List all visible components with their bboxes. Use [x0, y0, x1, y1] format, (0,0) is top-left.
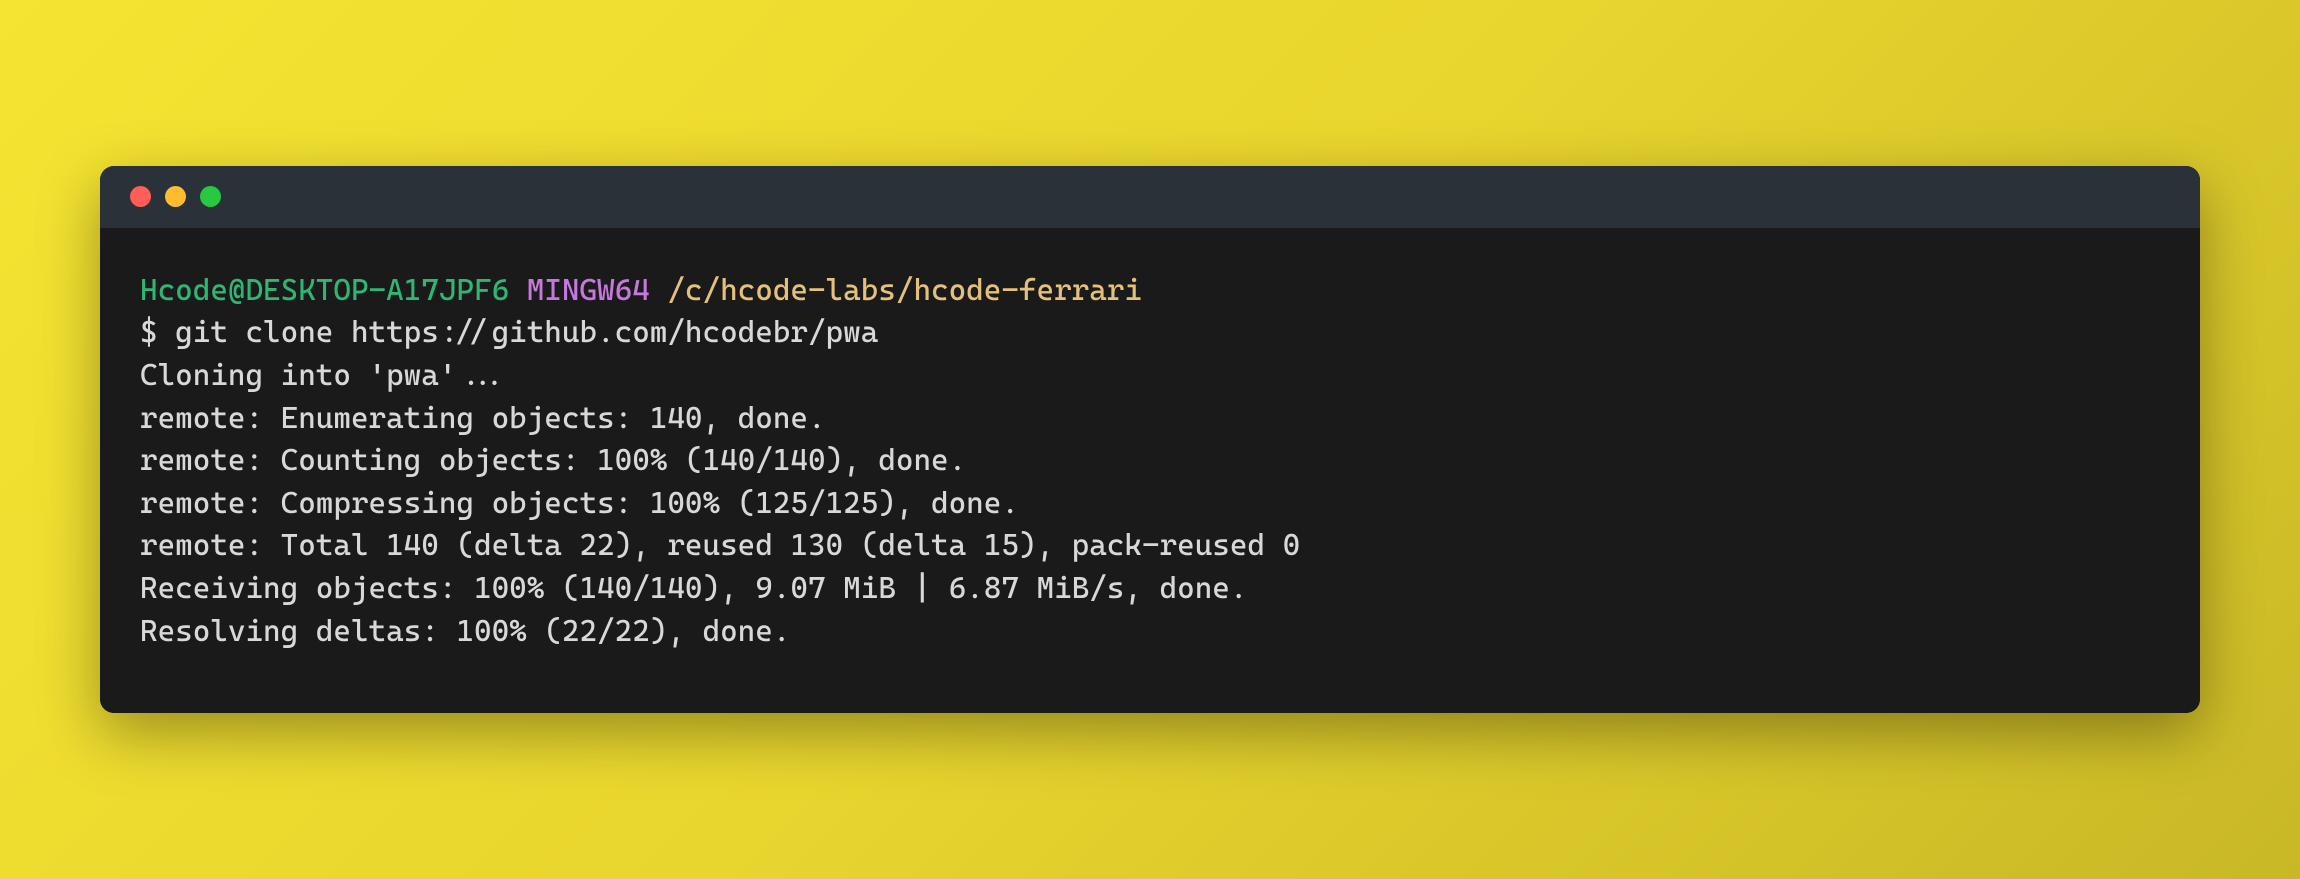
- output-line: remote: Enumerating objects: 140, done.: [140, 398, 2160, 441]
- maximize-icon[interactable]: [200, 186, 221, 207]
- output-line: Cloning into 'pwa'...: [140, 355, 2160, 398]
- close-icon[interactable]: [130, 186, 151, 207]
- terminal-body[interactable]: Hcode@DESKTOP-A17JPF6 MINGW64 /c/hcode-l…: [100, 228, 2200, 713]
- prompt-line: Hcode@DESKTOP-A17JPF6 MINGW64 /c/hcode-l…: [140, 270, 2160, 313]
- output-line: remote: Counting objects: 100% (140/140)…: [140, 440, 2160, 483]
- output-line: remote: Total 140 (delta 22), reused 130…: [140, 525, 2160, 568]
- prompt-path: /c/hcode-labs/hcode-ferrari: [667, 273, 1142, 308]
- prompt-env: MINGW64: [527, 273, 650, 308]
- command-line: $ git clone https://github.com/hcodebr/p…: [140, 312, 2160, 355]
- minimize-icon[interactable]: [165, 186, 186, 207]
- output-line: remote: Compressing objects: 100% (125/1…: [140, 483, 2160, 526]
- terminal-window: Hcode@DESKTOP-A17JPF6 MINGW64 /c/hcode-l…: [100, 166, 2200, 713]
- prompt-symbol: $: [140, 315, 158, 350]
- command-text: git clone https://github.com/hcodebr/pwa: [175, 315, 878, 350]
- prompt-user-host: Hcode@DESKTOP-A17JPF6: [140, 273, 509, 308]
- window-titlebar: [100, 166, 2200, 228]
- output-line: Resolving deltas: 100% (22/22), done.: [140, 611, 2160, 654]
- output-line: Receiving objects: 100% (140/140), 9.07 …: [140, 568, 2160, 611]
